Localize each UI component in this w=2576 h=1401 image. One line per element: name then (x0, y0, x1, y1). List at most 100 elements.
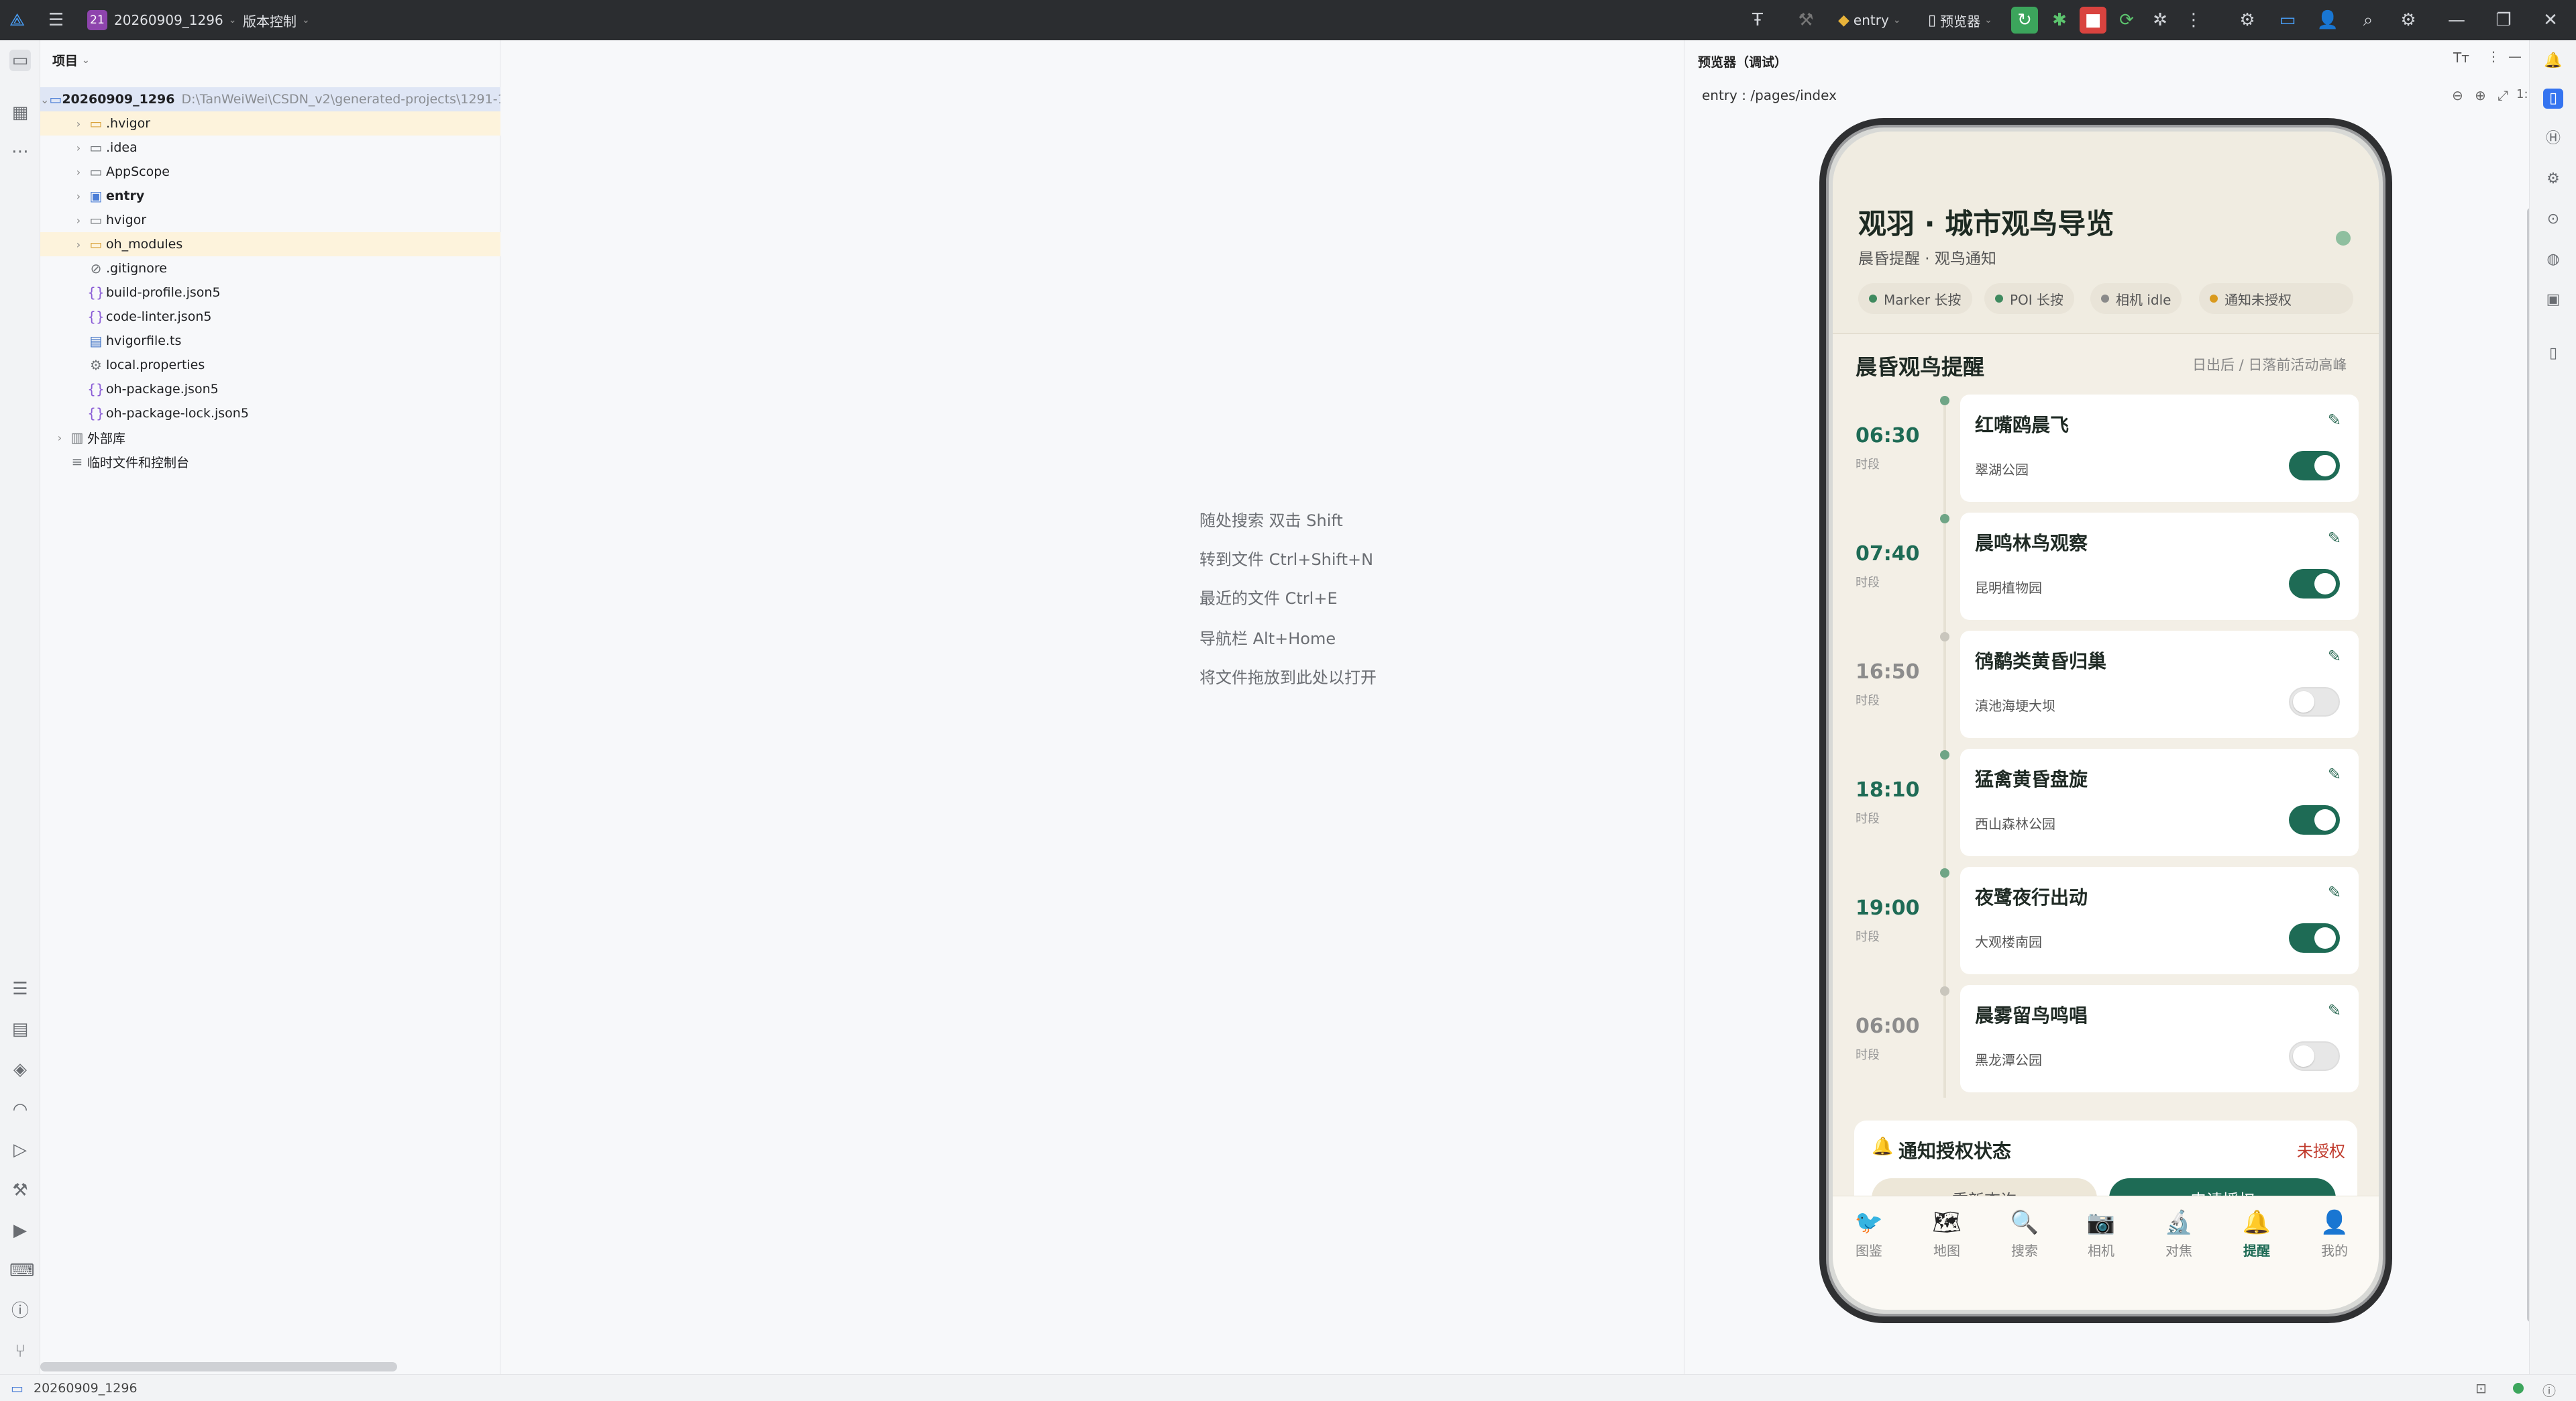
zoom-in-icon[interactable]: ⊕ (2475, 87, 2486, 103)
more-horizontal-icon[interactable]: ⋯ (9, 141, 31, 162)
tab-profile[interactable]: 👤 我的 (2308, 1209, 2361, 1259)
build-hammer-icon[interactable]: ⚒ (1792, 7, 1819, 34)
search-icon[interactable]: ⌕ (2355, 7, 2381, 34)
external-libraries[interactable]: › ▥ 外部库 (40, 425, 500, 450)
more-vertical-icon[interactable]: ⋮ (2180, 7, 2207, 34)
chevron-right-icon[interactable]: › (71, 190, 86, 203)
debug-bug-icon[interactable]: ✱ (2046, 7, 2073, 34)
tree-item[interactable]: {} build-profile.json5 (40, 280, 500, 305)
hotspot-icon[interactable]: ◠ (9, 1099, 31, 1121)
reminder-toggle[interactable] (2289, 1041, 2340, 1071)
device-file-icon[interactable]: ⊙ (2543, 209, 2563, 229)
main-menu-icon[interactable]: ☰ (48, 9, 64, 31)
profiler-icon[interactable]: ✲ (2147, 7, 2174, 34)
chevron-right-icon[interactable]: › (71, 214, 86, 227)
git-icon[interactable]: ⑂ (9, 1341, 31, 1362)
previewer-icon[interactable]: ▯ (2543, 89, 2563, 109)
tab-reminders[interactable]: 🔔 提醒 (2230, 1209, 2284, 1259)
account-icon[interactable]: 👤 (2314, 7, 2341, 34)
edit-pen-icon[interactable]: ✎ (2328, 647, 2341, 666)
tree-item[interactable]: {} oh-package.json5 (40, 377, 500, 401)
tree-item[interactable]: ⚙ local.properties (40, 353, 500, 377)
structure-icon[interactable]: ▦ (9, 102, 31, 123)
tab-focus[interactable]: 🔬 对焦 (2152, 1209, 2206, 1259)
inspector-icon[interactable]: ⚙ (2543, 169, 2563, 189)
reminder-toggle[interactable] (2289, 923, 2340, 953)
tree-item[interactable]: › ▭ .hvigor (40, 111, 500, 136)
run-icon[interactable]: ▶ (9, 1220, 31, 1241)
device-manager-icon[interactable]: ▭ (2274, 7, 2301, 34)
terminal-icon[interactable]: ⌨ (9, 1260, 35, 1282)
emulator-icon[interactable]: ▣ (2543, 290, 2563, 310)
zoom-out-icon[interactable]: ⊖ (2452, 87, 2463, 103)
font-tool-icon[interactable]: Ŧ (1744, 7, 1771, 34)
plugin-icon[interactable]: ◈ (9, 1059, 31, 1080)
help-icon[interactable]: ⓘ (2542, 1380, 2556, 1400)
reminder-toggle[interactable] (2289, 451, 2340, 480)
tree-root[interactable]: ⌄ ▭ 20260909_1296 D:\TanWeiWei\CSDN_v2\g… (40, 87, 500, 111)
close-icon[interactable]: ✕ (2537, 7, 2564, 34)
fit-screen-icon[interactable]: ⤢ (2498, 87, 2508, 103)
device-icon[interactable]: ▯ (2543, 344, 2563, 364)
layout-icon[interactable]: ⊡ (2475, 1380, 2487, 1396)
harmony-icon[interactable]: Ⓗ (2543, 129, 2563, 149)
todo-icon[interactable]: ☰ (9, 978, 31, 1000)
tree-item[interactable]: › ▭ hvigor (40, 208, 500, 232)
log-icon[interactable]: ▤ (9, 1019, 31, 1040)
network-icon[interactable]: ◍ (2543, 250, 2563, 270)
tree-item[interactable]: › ▭ oh_modules (40, 232, 500, 256)
build-icon[interactable]: ⚒ (9, 1180, 31, 1201)
tree-item[interactable]: › ▣ entry (40, 184, 500, 208)
project-folder-icon[interactable]: ▭ (9, 50, 31, 71)
chevron-right-icon[interactable]: › (71, 238, 86, 251)
chevron-right-icon[interactable]: › (71, 117, 86, 130)
project-switcher[interactable]: 21 20260909_1296 ⌄ (87, 9, 236, 31)
tab-search[interactable]: 🔍 搜索 (1998, 1209, 2051, 1259)
tree-item[interactable]: ▤ hvigorfile.ts (40, 329, 500, 353)
tree-item[interactable]: › ▭ AppScope (40, 160, 500, 184)
edit-pen-icon[interactable]: ✎ (2328, 529, 2341, 548)
chevron-down-icon[interactable]: ⌄ (40, 93, 49, 106)
rerun-icon[interactable]: ↻ (2011, 7, 2038, 34)
reminder-card[interactable]: 晨雾留鸟鸣唱 黑龙潭公园 ✎ (1960, 985, 2359, 1092)
chevron-right-icon[interactable]: › (71, 166, 86, 178)
reminder-toggle[interactable] (2289, 687, 2340, 717)
edit-pen-icon[interactable]: ✎ (2328, 883, 2341, 902)
font-size-button[interactable]: Tт (2453, 50, 2469, 66)
reminder-card[interactable]: 猛禽黄昏盘旋 西山森林公园 ✎ (1960, 749, 2359, 856)
reminder-card[interactable]: 夜鹭夜行出动 大观楼南园 ✎ (1960, 867, 2359, 974)
notifications-icon[interactable]: 🔔 (2543, 51, 2563, 71)
reminder-toggle[interactable] (2289, 805, 2340, 835)
scratches-consoles[interactable]: ≡ 临时文件和控制台 (40, 450, 500, 474)
tree-item[interactable]: › ▭ .idea (40, 136, 500, 160)
settings-gear-icon[interactable]: ⚙ (2395, 7, 2422, 34)
minimize-panel-icon[interactable]: — (2508, 48, 2522, 64)
reminder-card[interactable]: 晨鸣林鸟观察 昆明植物园 ✎ (1960, 513, 2359, 620)
minimize-icon[interactable]: — (2443, 7, 2470, 34)
status-project-name[interactable]: 20260909_1296 (34, 1381, 138, 1396)
problems-icon[interactable]: ⓘ (9, 1300, 31, 1322)
reminder-card[interactable]: 鸻鹬类黄昏归巢 滇池海埂大坝 ✎ (1960, 631, 2359, 738)
tree-item[interactable]: {} code-linter.json5 (40, 305, 500, 329)
reminder-toggle[interactable] (2289, 569, 2340, 599)
edit-pen-icon[interactable]: ✎ (2328, 765, 2341, 784)
more-vertical-icon[interactable]: ⋮ (2487, 48, 2500, 64)
project-panel-header[interactable]: 项目 ⌄ (52, 51, 90, 69)
edit-pen-icon[interactable]: ✎ (2328, 411, 2341, 429)
stop-icon[interactable]: ■ (2080, 7, 2106, 34)
gear-outline-icon[interactable]: ⚙ (2234, 7, 2261, 34)
tree-item[interactable]: ⊘ .gitignore (40, 256, 500, 280)
tab-camera[interactable]: 📷 相机 (2074, 1209, 2128, 1259)
restore-icon[interactable]: ❐ (2490, 7, 2517, 34)
chevron-right-icon[interactable]: › (71, 142, 86, 154)
tab-map[interactable]: 🗺 地图 (1920, 1209, 1974, 1259)
horizontal-scrollbar[interactable] (40, 1362, 397, 1371)
edit-pen-icon[interactable]: ✎ (2328, 1001, 2341, 1020)
tree-item[interactable]: {} oh-package-lock.json5 (40, 401, 500, 425)
hot-reload-icon[interactable]: ⟳ (2113, 7, 2140, 34)
reminder-card[interactable]: 红嘴鸥晨飞 翠湖公园 ✎ (1960, 395, 2359, 502)
services-icon[interactable]: ▷ (9, 1139, 31, 1161)
tab-guide[interactable]: 🐦 图鉴 (1842, 1209, 1896, 1259)
vcs-menu[interactable]: 版本控制 ⌄ (243, 9, 310, 31)
chevron-right-icon[interactable]: › (52, 431, 67, 444)
